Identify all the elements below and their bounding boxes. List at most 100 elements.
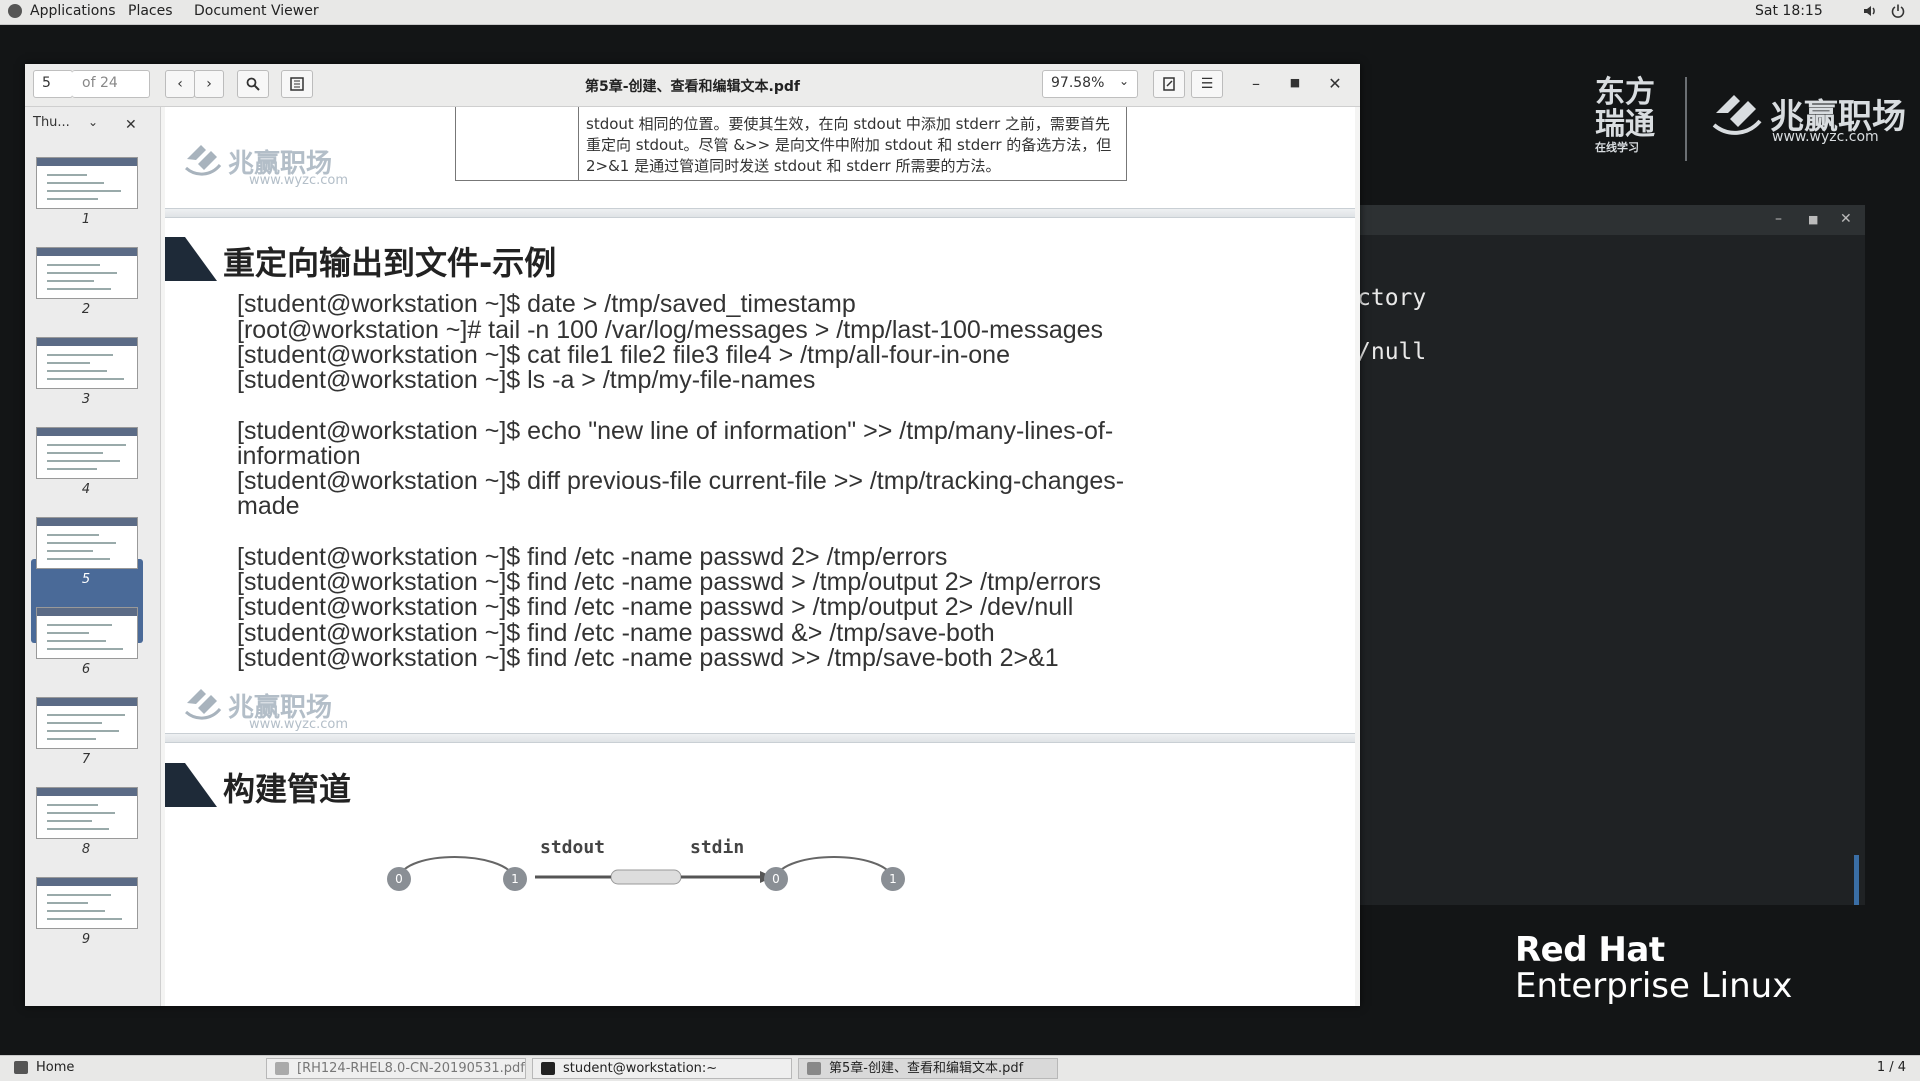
- menu-button[interactable]: ☰: [1191, 70, 1223, 98]
- terminal-minimize-button[interactable]: –: [1775, 211, 1782, 227]
- search-icon: [246, 77, 260, 91]
- minimize-button[interactable]: –: [1244, 74, 1268, 93]
- sidebar-view-value: Thu...: [33, 115, 70, 130]
- page-thumbnail[interactable]: [36, 787, 138, 839]
- page-thumbnail[interactable]: [36, 337, 138, 389]
- redhat-line2: Enterprise Linux: [1515, 966, 1793, 1006]
- thumbnail-number: 7: [81, 752, 91, 767]
- thumbnail-number: 4: [81, 482, 91, 497]
- thumbnail-line: [47, 804, 98, 806]
- home-task-label: Home: [36, 1060, 75, 1075]
- task-document-viewer[interactable]: 第5章-创建、查看和编辑文本.pdf: [798, 1058, 1058, 1079]
- watermark-url: www.wyzc.com: [249, 717, 349, 732]
- home-icon: [14, 1061, 28, 1074]
- annotate-button[interactable]: [1153, 70, 1185, 98]
- previous-page-button[interactable]: ‹: [165, 70, 195, 98]
- redhat-line1: Red Hat: [1515, 930, 1665, 970]
- thumbnail-number: 9: [81, 932, 91, 947]
- search-button[interactable]: [237, 70, 269, 98]
- terminal-scrollbar[interactable]: [1854, 855, 1859, 905]
- document-icon: [807, 1062, 821, 1075]
- thumbnail-header: [37, 428, 137, 436]
- power-icon[interactable]: [1890, 3, 1906, 23]
- page-thumbnail[interactable]: [36, 877, 138, 929]
- logo1-text: 东方 瑞通: [1595, 75, 1655, 142]
- thumbnail-line: [47, 918, 122, 920]
- thumbnail-line: [47, 264, 100, 266]
- section-marker-icon: [165, 763, 217, 807]
- note-line: 2>&1 是通过管道同时发送 stdout 和 stderr 所需要的方法。: [586, 157, 1001, 175]
- slide-separator: [165, 733, 1355, 743]
- code-line: [student@workstation ~]$ find /etc -name…: [237, 593, 1074, 621]
- clock[interactable]: Sat 18:15: [1755, 3, 1823, 19]
- thumbnail-header: [37, 878, 137, 886]
- workspace-indicator[interactable]: 1 / 4: [1877, 1060, 1906, 1075]
- thumbnail-line: [47, 722, 102, 724]
- page-thumbnail[interactable]: [36, 157, 138, 209]
- page-thumbnail[interactable]: [36, 697, 138, 749]
- task-pdf-rh124[interactable]: [RH124-RHEL8.0-CN-20190531.pdf]: [266, 1058, 526, 1079]
- document-icon: [275, 1062, 289, 1075]
- thumbnail-line: [47, 444, 126, 446]
- thumbnail-number: 6: [81, 662, 91, 677]
- zoom-select[interactable]: 97.58% ⌄: [1042, 70, 1138, 98]
- page-thumbnail[interactable]: [36, 427, 138, 479]
- thumbnail-header: [37, 608, 137, 616]
- task-terminal[interactable]: student@workstation:~: [532, 1058, 792, 1079]
- volume-icon[interactable]: [1862, 3, 1878, 23]
- thumbnail-header: [37, 788, 137, 796]
- wyzc-logo-mark-icon: [1712, 95, 1762, 135]
- section-title: 构建管道: [223, 770, 352, 808]
- terminal-titlebar[interactable]: – ■ ✕: [1355, 205, 1865, 235]
- note-box-label-cell: [456, 107, 579, 180]
- thumbnail-number: 5: [81, 572, 91, 587]
- page-thumbnail[interactable]: [36, 607, 138, 659]
- viewer-toolbar: 5 of 24 ‹ › 第5章-创建、查看和编辑文本.pdf 97.58% ⌄ …: [25, 64, 1360, 107]
- terminal-maximize-button[interactable]: ■: [1808, 213, 1818, 226]
- terminal-close-button[interactable]: ✕: [1840, 211, 1852, 227]
- document-viewer-window: 5 of 24 ‹ › 第5章-创建、查看和编辑文本.pdf 97.58% ⌄ …: [25, 64, 1360, 1006]
- page-thumbnail[interactable]: [36, 247, 138, 299]
- home-task[interactable]: Home: [6, 1058, 262, 1079]
- thumbnail-sidebar: Thu... ⌄ ✕ 1 2 3 4 5 6 7 8 9: [25, 107, 161, 1006]
- thumbnail-line: [47, 272, 117, 274]
- sidebar-view-select[interactable]: Thu... ⌄: [33, 115, 113, 141]
- app-menu[interactable]: Document Viewer: [194, 3, 319, 19]
- thumbnail-line: [47, 648, 123, 650]
- stdin-label: stdin: [690, 837, 745, 858]
- applications-icon[interactable]: [8, 4, 22, 18]
- thumbnail-line: [47, 624, 112, 626]
- terminal-window[interactable]: – ■ ✕ ctory /null: [1355, 205, 1865, 905]
- thumbnail-line: [47, 174, 87, 176]
- pdf-page-view[interactable]: stdout 相同的位置。要使其生效，在向 stdout 中添加 stderr …: [165, 107, 1355, 1006]
- places-menu[interactable]: Places: [128, 3, 173, 19]
- applications-menu[interactable]: Applications: [30, 3, 116, 19]
- thumbnail-line: [47, 812, 115, 814]
- thumbnail-line: [47, 370, 107, 372]
- logo-divider: [1685, 77, 1687, 161]
- page-number-input[interactable]: 5: [33, 70, 73, 98]
- chevron-down-icon: ⌄: [88, 115, 99, 129]
- thumbnail-line: [47, 460, 120, 462]
- sidebar-toggle-button[interactable]: [281, 70, 313, 98]
- diagram-node: 1: [503, 867, 527, 891]
- chevron-right-icon: ›: [206, 76, 212, 92]
- top-panel: Applications Places Document Viewer Sat …: [0, 0, 1920, 25]
- chevron-down-icon: ⌄: [1118, 74, 1129, 88]
- thumbnail-line: [47, 468, 97, 470]
- sidebar-close-icon[interactable]: ✕: [125, 117, 137, 133]
- thumbnail-number: 8: [81, 842, 91, 857]
- next-page-button[interactable]: ›: [194, 70, 224, 98]
- page-thumbnail[interactable]: [36, 517, 138, 569]
- thumbnail-line: [47, 820, 92, 822]
- thumbnail-line: [47, 558, 110, 560]
- thumbnail-line: [47, 452, 103, 454]
- task-label: [RH124-RHEL8.0-CN-20190531.pdf]: [297, 1061, 526, 1076]
- slide-separator: [165, 208, 1355, 218]
- thumbnail-line: [47, 378, 124, 380]
- section-marker-icon: [165, 237, 217, 281]
- maximize-button[interactable]: ■: [1283, 76, 1307, 89]
- diagram-node: 0: [764, 867, 788, 891]
- thumbnail-line: [47, 280, 94, 282]
- close-button[interactable]: ✕: [1323, 74, 1347, 93]
